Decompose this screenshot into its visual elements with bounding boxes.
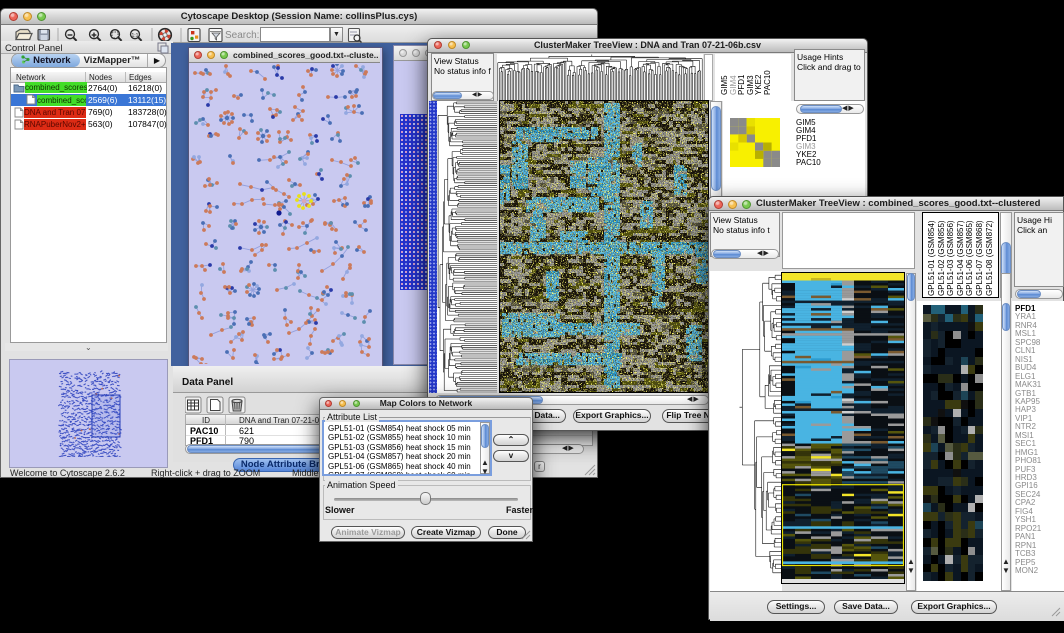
svg-text:1:1: 1:1 bbox=[132, 33, 139, 39]
